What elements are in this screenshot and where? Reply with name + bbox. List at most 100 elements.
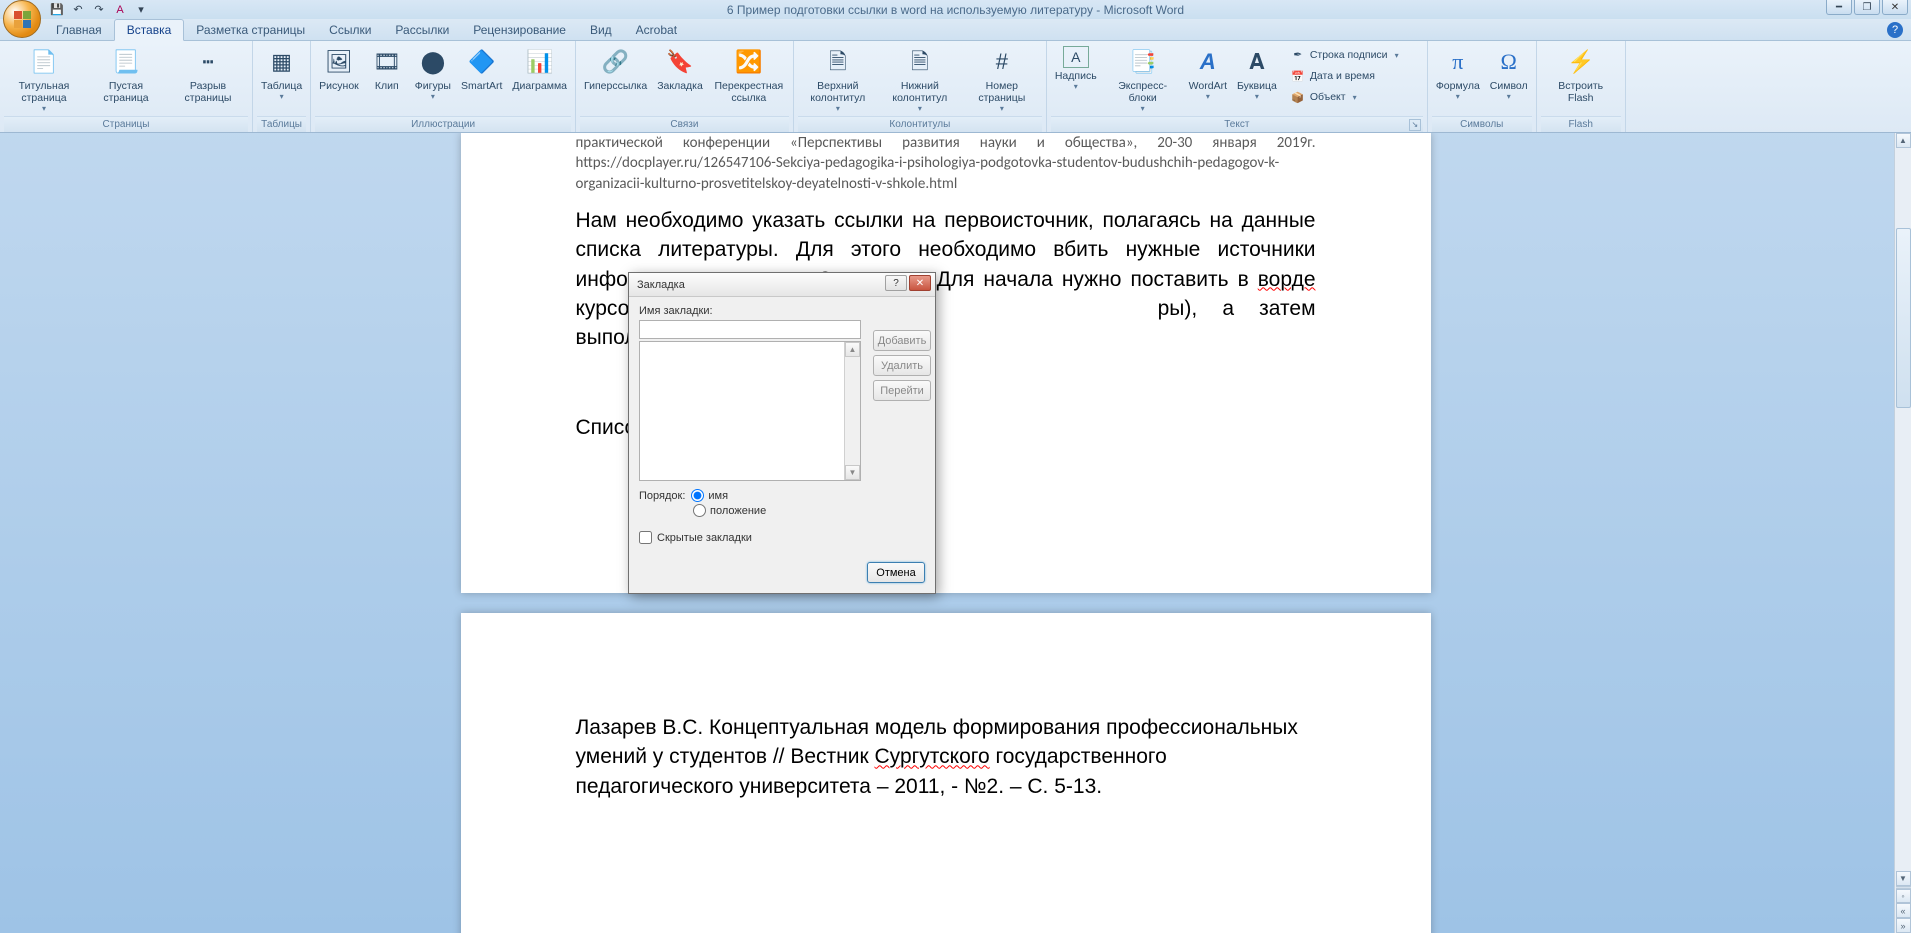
browse-object-icon[interactable]: ◦ [1896,889,1911,903]
prev-page-icon[interactable]: « [1896,903,1911,918]
ribbon: 📄Титульная страница▾ 📃Пустая страница ┅Р… [0,41,1911,133]
embed-flash-button[interactable]: ⚡Встроить Flash [1541,43,1621,104]
order-label: Порядок: [639,490,685,502]
doc-fragment: практической конференции «Перспективы ра… [576,133,1316,194]
crossref-button[interactable]: 🔀Перекрестная ссылка [709,43,789,104]
clipart-button[interactable]: 🎞Клип [365,43,409,92]
group-label-symbols: Символы [1432,116,1532,132]
header-button[interactable]: 🗎Верхний колонтитул▾ [798,43,878,113]
dropcap-button[interactable]: 𝐀Буквица▾ [1233,43,1281,101]
list-scroll-down-icon[interactable]: ▼ [845,465,860,480]
group-symbols: πФормула▾ ΩСимвол▾ Символы [1428,41,1537,132]
tab-mailings[interactable]: Рассылки [383,20,461,40]
minimize-button[interactable]: ━ [1826,0,1852,15]
order-location-radio[interactable]: положение [693,504,766,517]
datetime-button[interactable]: 📅Дата и время [1287,66,1419,86]
qat-item[interactable]: A [111,1,129,19]
dialog-title: Закладка [637,279,685,291]
tab-references[interactable]: Ссылки [317,20,383,40]
tab-acrobat[interactable]: Acrobat [624,20,689,40]
smartart-button[interactable]: 🔷SmartArt [457,43,506,92]
scroll-track[interactable] [1896,148,1911,871]
group-flash: ⚡Встроить Flash Flash [1537,41,1626,132]
bookmark-name-label: Имя закладки: [639,305,925,317]
picture-button[interactable]: 🖼Рисунок [315,43,363,92]
group-illustrations: 🖼Рисунок 🎞Клип ⬤Фигуры▾ 🔷SmartArt 📊Диагр… [311,41,576,132]
document-area: практической конференции «Перспективы ра… [0,133,1891,933]
pagenumber-button[interactable]: #Номер страницы▾ [962,43,1042,113]
footer-button[interactable]: 🗎Нижний колонтитул▾ [880,43,960,113]
wordart-button[interactable]: AWordArt▾ [1185,43,1231,101]
shapes-button[interactable]: ⬤Фигуры▾ [411,43,455,101]
group-headerfooter: 🗎Верхний колонтитул▾ 🗎Нижний колонтитул▾… [794,41,1047,132]
ribbon-tabs: Главная Вставка Разметка страницы Ссылки… [0,19,1911,41]
close-button[interactable]: ✕ [1882,0,1908,15]
group-label-links: Связи [580,116,789,132]
window-title: 6 Пример подготовки ссылки в word на исп… [727,3,1184,17]
chart-button[interactable]: 📊Диаграмма [508,43,571,92]
tab-home[interactable]: Главная [44,20,114,40]
doc-para-2: Лазарев В.С. Концептуальная модель форми… [576,713,1316,801]
dialog-help-button[interactable]: ? [885,275,907,291]
restore-button[interactable]: ❐ [1854,0,1880,15]
list-scroll-up-icon[interactable]: ▲ [845,342,860,357]
goto-button[interactable]: Перейти [873,380,931,401]
group-label-illustrations: Иллюстрации [315,116,571,132]
hyperlink-button[interactable]: 🔗Гиперссылка [580,43,651,92]
page-1[interactable]: практической конференции «Перспективы ра… [461,133,1431,593]
page-2[interactable]: Лазарев В.С. Концептуальная модель форми… [461,613,1431,933]
qat-customize-icon[interactable]: ▾ [132,1,150,19]
dialog-titlebar[interactable]: Закладка ? ✕ [629,273,935,297]
blank-page-button[interactable]: 📃Пустая страница [86,43,166,104]
hidden-bookmarks-checkbox[interactable]: Скрытые закладки [639,531,925,544]
cancel-button[interactable]: Отмена [867,562,925,583]
tab-insert[interactable]: Вставка [114,19,185,41]
object-button[interactable]: 📦Объект [1287,87,1419,107]
signature-line-button[interactable]: ✒Строка подписи [1287,45,1419,65]
title-bar: 💾 ↶ ↷ A ▾ 6 Пример подготовки ссылки в w… [0,0,1911,19]
scroll-thumb[interactable] [1896,228,1911,408]
tab-page-layout[interactable]: Разметка страницы [184,20,317,40]
vertical-scrollbar[interactable]: ▲ ▼ ◦ « » [1894,133,1911,933]
next-page-icon[interactable]: » [1896,918,1911,933]
bookmark-name-input[interactable] [639,320,861,339]
dialog-launcher-icon[interactable]: ↘ [1409,119,1421,131]
dialog-close-button[interactable]: ✕ [909,275,931,291]
object-icon: 📦 [1290,89,1306,105]
cover-page-button[interactable]: 📄Титульная страница▾ [4,43,84,113]
undo-icon[interactable]: ↶ [69,1,87,19]
bookmark-list[interactable]: ▲ ▼ [639,341,861,481]
quick-access-toolbar: 💾 ↶ ↷ A ▾ [48,0,150,19]
list-scrollbar[interactable]: ▲ ▼ [844,342,860,480]
tab-view[interactable]: Вид [578,20,624,40]
group-tables: ▦Таблица▾ Таблицы [253,41,311,132]
delete-button[interactable]: Удалить [873,355,931,376]
bookmark-dialog: Закладка ? ✕ Имя закладки: ▲ ▼ Добавить … [628,272,936,594]
add-button[interactable]: Добавить [873,330,931,351]
group-label-flash: Flash [1541,116,1621,132]
group-label-tables: Таблицы [257,116,306,132]
equation-button[interactable]: πФормула▾ [1432,43,1484,101]
quickparts-button[interactable]: 📑Экспресс-блоки▾ [1103,43,1183,113]
group-pages: 📄Титульная страница▾ 📃Пустая страница ┅Р… [0,41,253,132]
signature-icon: ✒ [1290,47,1306,63]
group-label-text: Текст↘ [1051,116,1423,132]
save-icon[interactable]: 💾 [48,1,66,19]
textbox-button[interactable]: AНадпись▾ [1051,43,1101,91]
scroll-down-icon[interactable]: ▼ [1896,871,1911,886]
group-text: AНадпись▾ 📑Экспресс-блоки▾ AWordArt▾ 𝐀Бу… [1047,41,1428,132]
calendar-icon: 📅 [1290,68,1306,84]
redo-icon[interactable]: ↷ [90,1,108,19]
tab-review[interactable]: Рецензирование [461,20,578,40]
office-button[interactable] [3,0,41,38]
group-label-headerfooter: Колонтитулы [798,116,1042,132]
order-name-radio[interactable]: имя [691,489,728,502]
bookmark-button[interactable]: 🔖Закладка [653,43,707,92]
table-button[interactable]: ▦Таблица▾ [257,43,306,101]
scroll-up-icon[interactable]: ▲ [1896,133,1911,148]
group-links: 🔗Гиперссылка 🔖Закладка 🔀Перекрестная ссы… [576,41,794,132]
group-label-pages: Страницы [4,116,248,132]
symbol-button[interactable]: ΩСимвол▾ [1486,43,1532,101]
page-break-button[interactable]: ┅Разрыв страницы [168,43,248,104]
help-icon[interactable]: ? [1887,22,1903,38]
